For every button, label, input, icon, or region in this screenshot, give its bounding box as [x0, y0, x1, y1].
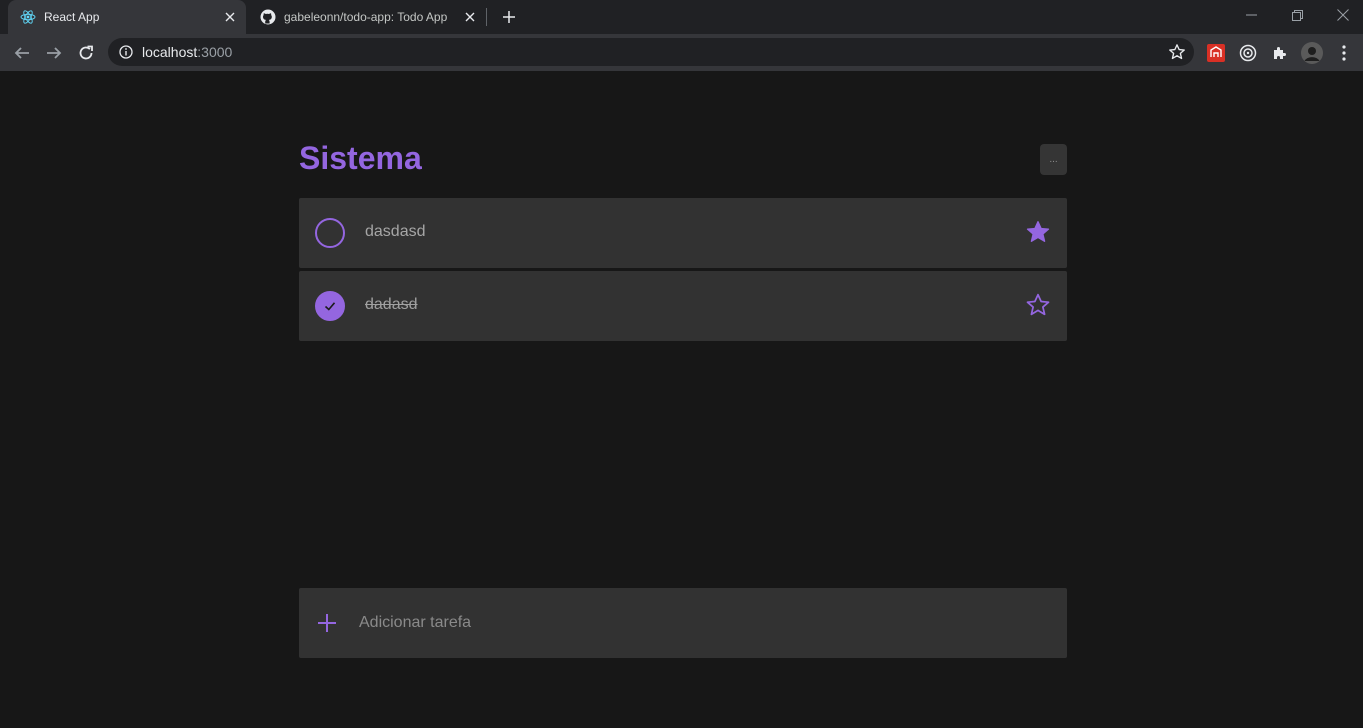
tab-separator: [486, 8, 487, 26]
plus-icon: [503, 11, 515, 23]
browser-toolbar: localhost:3000: [0, 34, 1363, 71]
star-outline-icon[interactable]: [1025, 292, 1051, 318]
minimize-button[interactable]: [1228, 0, 1274, 30]
add-task-bar: [299, 588, 1067, 658]
add-task-input[interactable]: [359, 608, 1039, 638]
puzzle-icon: [1274, 47, 1286, 59]
tab-github-repo[interactable]: gabeleonn/todo-app: Todo App: [248, 0, 486, 34]
new-tab-button[interactable]: [497, 5, 521, 29]
close-icon[interactable]: [460, 7, 480, 27]
task-text: dasdasd: [365, 223, 426, 240]
star-icon[interactable]: [1168, 43, 1186, 61]
browser-menu-button[interactable]: [1331, 40, 1357, 66]
close-icon[interactable]: [220, 7, 240, 27]
tab-title: gabeleonn/todo-app: Todo App: [284, 10, 448, 24]
reload-button[interactable]: [73, 40, 99, 66]
restore-button[interactable]: [1274, 0, 1320, 30]
task-text: dadasd: [365, 296, 418, 313]
arrow-right-icon: [47, 47, 62, 59]
browser-tabstrip: React App gabeleonn/todo-app: Todo App: [0, 0, 1363, 34]
extension-button[interactable]: [1203, 40, 1229, 66]
plus-icon[interactable]: [317, 613, 337, 633]
arrow-left-icon: [14, 47, 29, 59]
url-host: localhost: [142, 44, 198, 60]
check-icon: [324, 302, 336, 311]
react-icon: [20, 9, 36, 25]
minimize-icon: [1245, 14, 1257, 16]
url-port: :3000: [197, 44, 233, 60]
extension-button[interactable]: [1235, 40, 1261, 66]
info-icon[interactable]: [118, 44, 134, 60]
back-button[interactable]: [9, 40, 35, 66]
profile-button[interactable]: [1299, 40, 1325, 66]
extension-red-icon: [1207, 44, 1225, 62]
restore-icon: [1291, 9, 1303, 21]
url-text: localhost:3000: [142, 44, 232, 60]
todo-app: Sistema ... dasdasd dadasd: [299, 71, 1067, 728]
target-icon: [1239, 44, 1257, 62]
more-vert-icon: [1342, 45, 1346, 61]
tab-title: React App: [44, 10, 100, 24]
task-item: dadasd: [299, 271, 1067, 341]
task-checkbox[interactable]: [315, 218, 345, 248]
close-icon: [1337, 9, 1349, 21]
tab-react-app[interactable]: React App: [8, 0, 246, 34]
star-filled-icon[interactable]: [1025, 219, 1051, 245]
extensions-menu-button[interactable]: [1267, 40, 1293, 66]
options-button[interactable]: ...: [1040, 144, 1067, 175]
address-bar[interactable]: localhost:3000: [108, 38, 1194, 66]
page-title: Sistema: [299, 140, 422, 176]
github-icon: [260, 9, 276, 25]
close-window-button[interactable]: [1320, 0, 1363, 30]
task-item: dasdasd: [299, 198, 1067, 268]
reload-icon: [79, 45, 93, 60]
avatar-icon: [1301, 42, 1323, 64]
forward-button[interactable]: [41, 40, 67, 66]
task-checkbox-checked[interactable]: [315, 291, 345, 321]
